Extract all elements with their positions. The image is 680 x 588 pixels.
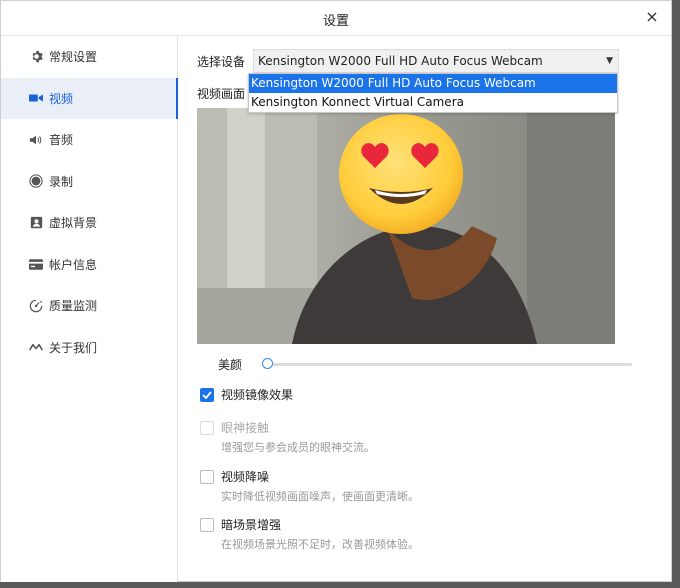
sidebar-item-video[interactable]: 视频	[1, 77, 178, 119]
option-description: 增强您与参会成员的眼神交流。	[221, 441, 375, 454]
option-label: 视频降噪	[221, 470, 270, 484]
option-label: 暗场景增强	[221, 518, 282, 532]
settings-sidebar: 常规设置 视频 音频 录制 虚拟背景 帐户信息 质量监测 关于我们	[1, 36, 178, 582]
logo-icon	[29, 340, 43, 354]
preview-label: 视频画面	[197, 87, 246, 101]
slider-handle[interactable]	[262, 358, 273, 369]
window-title: 设置	[322, 14, 349, 29]
sidebar-item-label: 帐户信息	[49, 257, 98, 272]
device-select[interactable]: Kensington W2000 Full HD Auto Focus Webc…	[253, 49, 620, 73]
option-mirror[interactable]: 视频镜像效果	[200, 386, 293, 403]
sidebar-item-label: 音频	[49, 133, 74, 148]
settings-window: 设置 × 常规设置 视频 音频 录制 虚拟背景 帐户信息 质量监测 关于我们 选…	[0, 0, 672, 582]
option-description: 在视频场景光照不足时，改善视频体验。	[221, 538, 419, 551]
checkbox[interactable]	[200, 469, 214, 484]
record-icon	[29, 174, 43, 188]
sidebar-item-account[interactable]: 帐户信息	[1, 244, 177, 286]
sidebar-item-audio[interactable]: 音频	[1, 119, 177, 161]
option-low-light[interactable]: 暗场景增强	[200, 516, 281, 533]
option-label: 视频镜像效果	[221, 388, 294, 402]
speaker-icon	[29, 133, 43, 147]
option-label: 眼神接触	[221, 421, 270, 435]
option-eye-contact: 眼神接触	[200, 419, 269, 436]
beauty-slider[interactable]	[262, 358, 632, 369]
sidebar-item-label: 虚拟背景	[49, 216, 98, 231]
sidebar-item-quality[interactable]: 质量监测	[1, 285, 177, 327]
title-bar: 设置 ×	[1, 1, 671, 36]
sidebar-item-about[interactable]: 关于我们	[1, 327, 177, 369]
sidebar-item-label: 录制	[49, 174, 74, 189]
checkbox[interactable]	[200, 517, 214, 532]
gauge-icon	[29, 299, 43, 313]
video-camera-icon	[29, 91, 43, 105]
device-label: 选择设备	[197, 54, 246, 69]
sidebar-item-virtual-background[interactable]: 虚拟背景	[1, 202, 177, 244]
video-preview	[197, 108, 615, 344]
card-icon	[29, 257, 43, 271]
dropdown-option-w2000[interactable]: Kensington W2000 Full HD Auto Focus Webc…	[249, 74, 617, 93]
sidebar-item-label: 常规设置	[49, 50, 98, 65]
camera-feed-image	[197, 108, 615, 344]
check-icon	[202, 390, 212, 399]
chevron-down-icon: ▼	[606, 56, 614, 66]
device-select-row: 选择设备 Kensington W2000 Full HD Auto Focus…	[197, 49, 620, 73]
close-icon[interactable]: ×	[641, 6, 663, 28]
device-select-value: Kensington W2000 Full HD Auto Focus Webc…	[258, 54, 543, 68]
dropdown-option-konnect[interactable]: Kensington Konnect Virtual Camera	[249, 93, 617, 112]
sidebar-item-label: 视频	[49, 91, 74, 106]
checkbox-checked[interactable]	[200, 387, 214, 402]
video-settings-panel: 选择设备 Kensington W2000 Full HD Auto Focus…	[178, 36, 672, 582]
device-dropdown: Kensington W2000 Full HD Auto Focus Webc…	[248, 73, 618, 113]
option-description: 实时降低视频画面噪声，使画面更清晰。	[221, 490, 419, 503]
checkbox-disabled	[200, 420, 214, 435]
sidebar-item-label: 关于我们	[49, 340, 98, 355]
sidebar-item-label: 质量监测	[49, 299, 98, 314]
gear-icon	[29, 50, 43, 64]
sidebar-item-general[interactable]: 常规设置	[1, 36, 177, 78]
beauty-row: 美颜	[218, 356, 242, 373]
beauty-label: 美颜	[218, 358, 243, 372]
sidebar-item-record[interactable]: 录制	[1, 161, 177, 203]
portrait-icon	[29, 216, 43, 230]
option-denoise[interactable]: 视频降噪	[200, 468, 269, 485]
